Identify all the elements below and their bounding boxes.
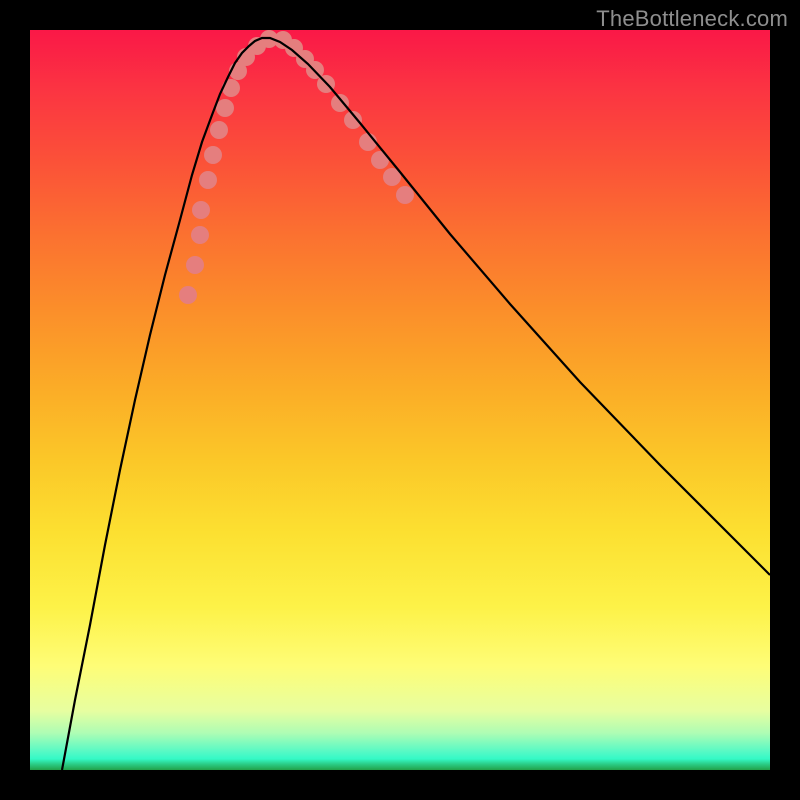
highlight-dot [204, 146, 222, 164]
highlight-dot [396, 186, 414, 204]
plot-area [30, 30, 770, 770]
chart-svg [30, 30, 770, 770]
bottleneck-curve [62, 38, 770, 770]
highlight-dot [186, 256, 204, 274]
highlight-dot [191, 226, 209, 244]
highlight-dot [199, 171, 217, 189]
highlight-dot [192, 201, 210, 219]
chart-container: TheBottleneck.com [0, 0, 800, 800]
markers-group [179, 30, 414, 304]
highlight-dot [216, 99, 234, 117]
highlight-dot [331, 94, 349, 112]
highlight-dot [179, 286, 197, 304]
watermark-text: TheBottleneck.com [596, 6, 788, 32]
highlight-dot [210, 121, 228, 139]
